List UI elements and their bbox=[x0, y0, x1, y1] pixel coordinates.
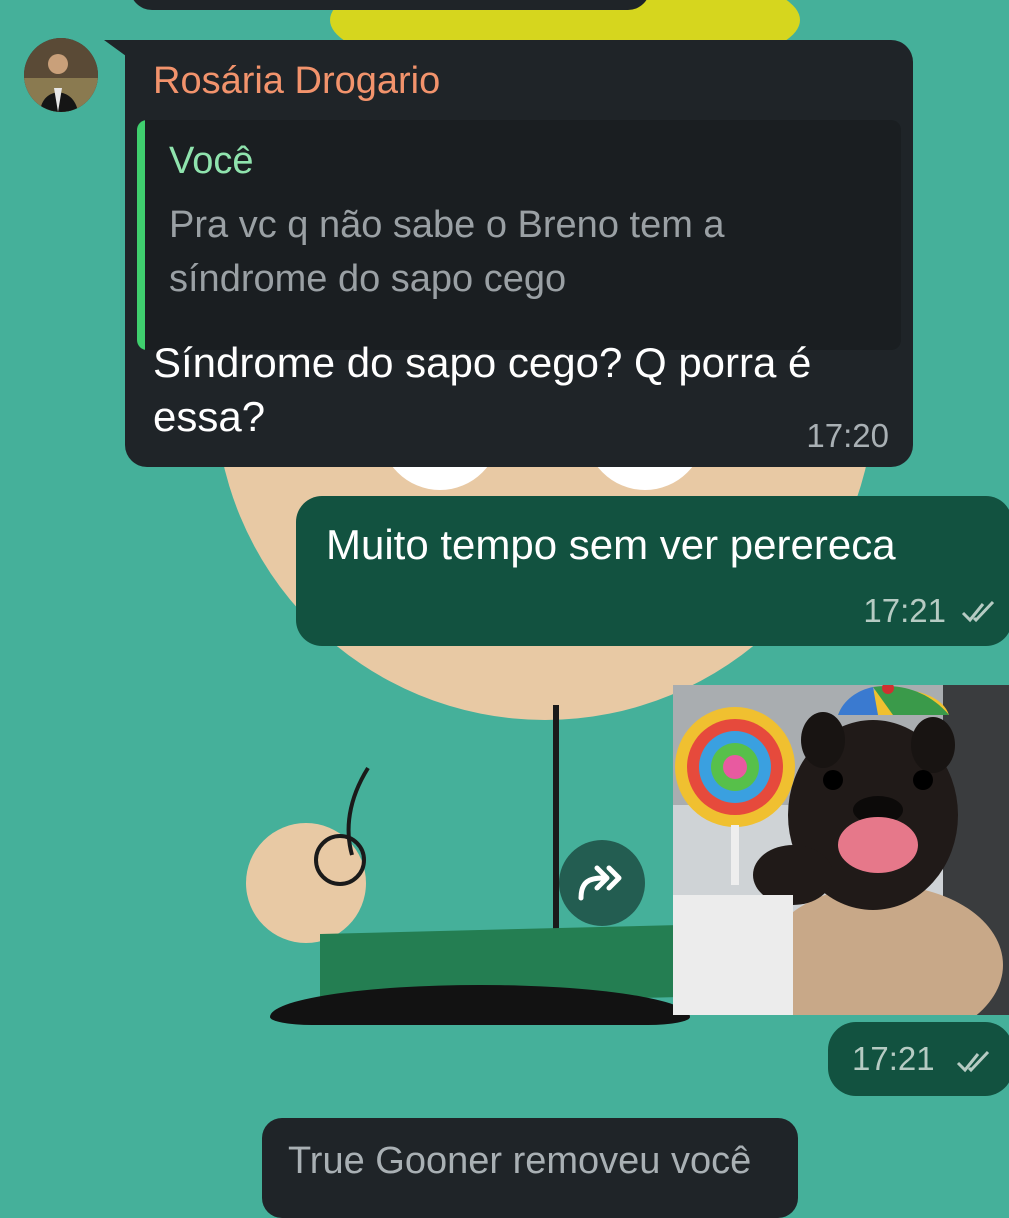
previous-message-bubble[interactable] bbox=[130, 0, 650, 10]
avatar[interactable] bbox=[24, 38, 98, 112]
double-check-icon bbox=[961, 600, 995, 623]
outgoing-message[interactable]: Muito tempo sem ver perereca 17:21 bbox=[296, 496, 1009, 646]
wallpaper-string bbox=[553, 705, 559, 965]
message-text: Síndrome do sapo cego? Q porra é essa? bbox=[153, 339, 812, 440]
message-text: Muito tempo sem ver perereca bbox=[326, 521, 896, 568]
forward-icon bbox=[578, 865, 622, 901]
quote-bar bbox=[137, 120, 145, 350]
sticker-timestamp: 17:21 bbox=[828, 1022, 1009, 1096]
quote-author: Você bbox=[169, 140, 254, 182]
sticker-image[interactable] bbox=[673, 685, 1009, 1015]
double-check-icon bbox=[956, 1050, 990, 1073]
message-time: 17:20 bbox=[806, 417, 889, 454]
system-message: True Gooner removeu você bbox=[262, 1118, 798, 1218]
forward-button[interactable] bbox=[559, 840, 645, 926]
message-time: 17:21 bbox=[863, 592, 946, 629]
quote-text: Pra vc q não sabe o Breno tem a síndrome… bbox=[169, 204, 725, 300]
message-time: 17:21 bbox=[852, 1040, 935, 1077]
incoming-message[interactable]: Rosária Drogario Você Pra vc q não sabe … bbox=[125, 40, 913, 467]
incoming-bubble-tail bbox=[104, 40, 126, 56]
quoted-message[interactable]: Você Pra vc q não sabe o Breno tem a sín… bbox=[137, 120, 901, 350]
sender-name[interactable]: Rosária Drogario bbox=[153, 60, 440, 103]
wallpaper-yoyo bbox=[314, 766, 370, 886]
system-message-text: True Gooner removeu você bbox=[288, 1140, 752, 1182]
